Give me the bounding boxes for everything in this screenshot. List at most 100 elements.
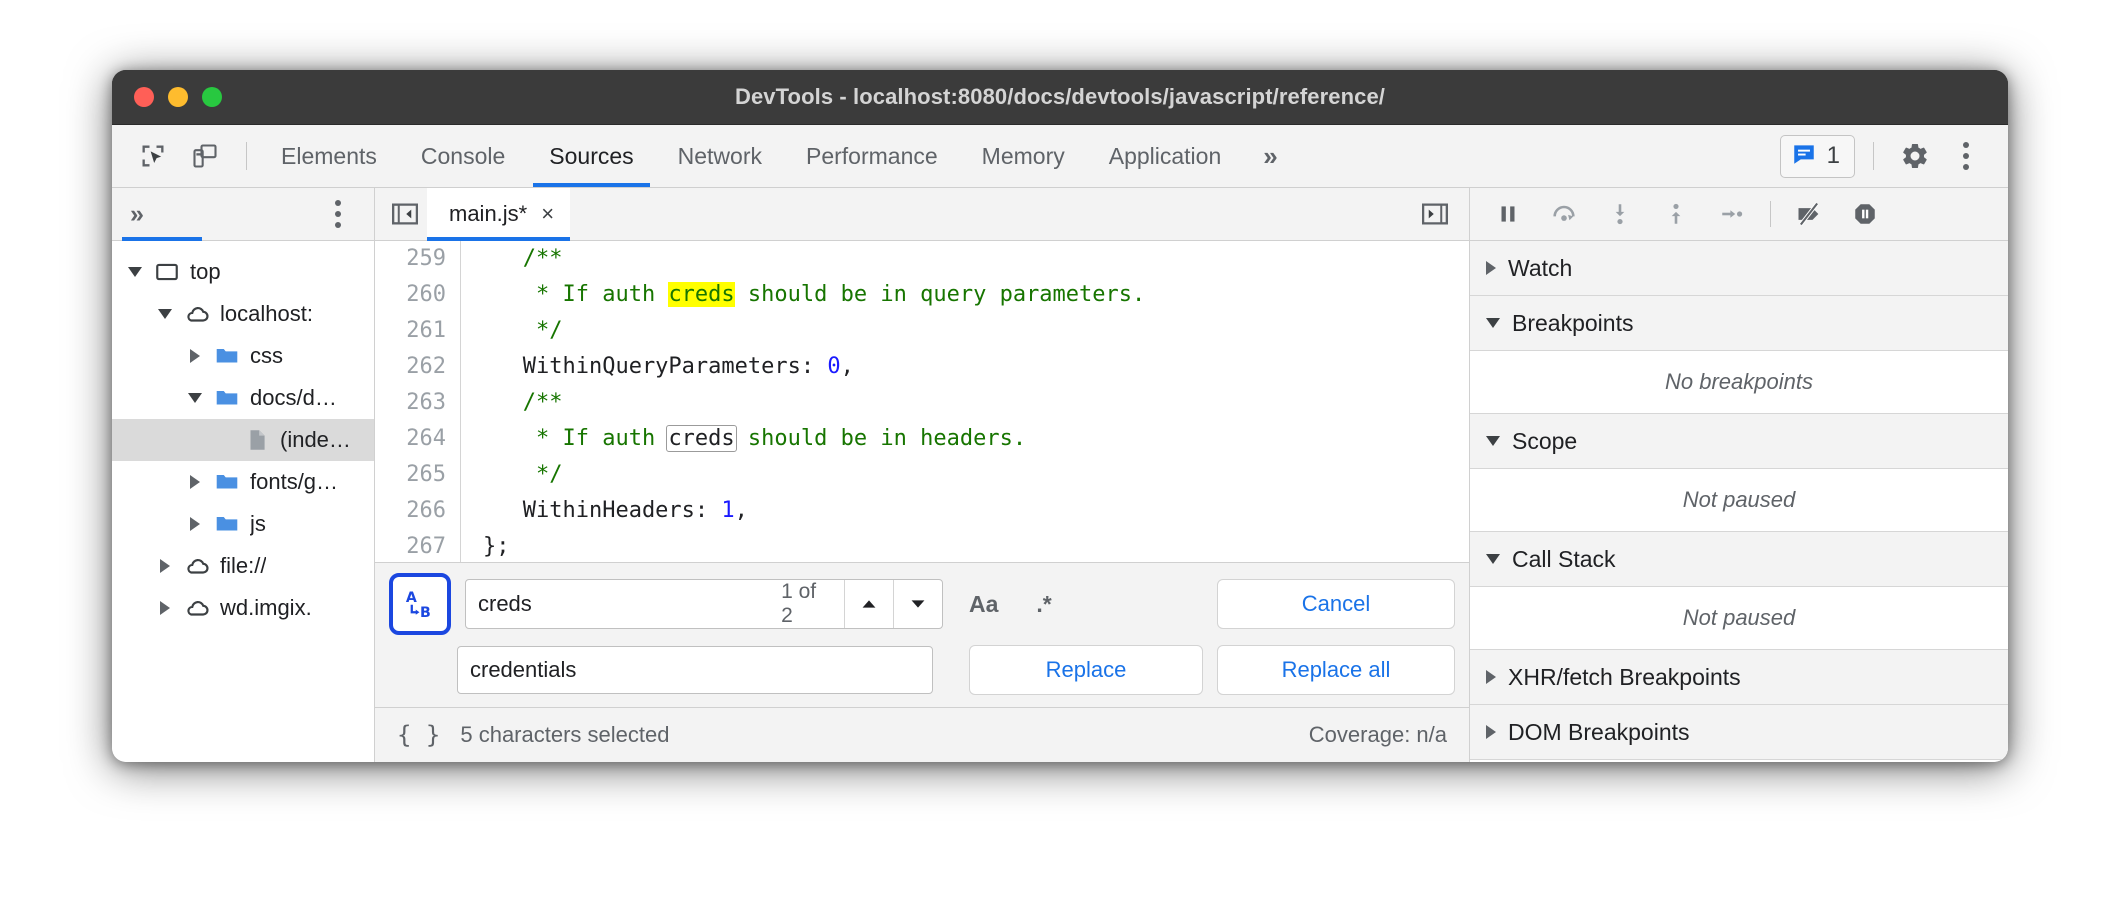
kebab-menu-icon[interactable] — [1944, 134, 1988, 178]
search-input[interactable] — [466, 580, 769, 628]
tree-item-file[interactable]: file:// — [112, 545, 374, 587]
twisty-triangle — [190, 517, 200, 531]
navigator-more-tabs-button[interactable]: » — [130, 200, 144, 229]
cancel-button[interactable]: Cancel — [1217, 579, 1455, 629]
code-text[interactable]: * If auth creds should be in headers. — [461, 421, 1026, 457]
tree-item-fontsg[interactable]: fonts/g… — [112, 461, 374, 503]
line-number[interactable]: 265 — [375, 457, 461, 493]
folder-icon — [214, 511, 240, 537]
debugger-section-xhr-fetch-breakpoints[interactable]: XHR/fetch Breakpoints — [1470, 650, 2008, 705]
line-number[interactable]: 262 — [375, 349, 461, 385]
debugger-section-scope[interactable]: Scope — [1470, 414, 2008, 469]
step-icon[interactable] — [1706, 191, 1758, 237]
tab-memory[interactable]: Memory — [960, 125, 1087, 187]
regex-button[interactable]: .* — [1024, 580, 1063, 628]
code-editor[interactable]: 259 /**260 * If auth creds should be in … — [375, 241, 1469, 562]
collapse-sidebar-icon[interactable] — [383, 192, 427, 236]
editor-tab-main-js[interactable]: main.js* × — [427, 188, 570, 240]
close-icon[interactable]: × — [541, 201, 554, 227]
tab-label: Network — [678, 143, 762, 170]
debugger-section-body: Not paused — [1470, 587, 2008, 650]
zoom-button[interactable] — [202, 87, 222, 107]
tree-item-wdimgix[interactable]: wd.imgix. — [112, 587, 374, 629]
tree-item-localhost[interactable]: localhost: — [112, 293, 374, 335]
tab-elements[interactable]: Elements — [259, 125, 399, 187]
twisty-triangle — [158, 309, 172, 319]
tab-performance[interactable]: Performance — [784, 125, 960, 187]
tree-item-js[interactable]: js — [112, 503, 374, 545]
line-number[interactable]: 264 — [375, 421, 461, 457]
code-text[interactable]: WithinQueryParameters: 0, — [461, 349, 854, 385]
code-line: 264 * If auth creds should be in headers… — [375, 421, 1469, 457]
close-button[interactable] — [134, 87, 154, 107]
step-out-icon[interactable] — [1650, 191, 1702, 237]
chevron-down-icon[interactable] — [156, 309, 174, 319]
code-text[interactable]: */ — [461, 457, 562, 493]
selection-status-text: 5 characters selected — [460, 722, 669, 748]
tree-item-inde[interactable]: (inde… — [112, 419, 374, 461]
twisty-triangle — [160, 559, 170, 573]
chevron-down-icon[interactable] — [126, 267, 144, 277]
debugger-section-call-stack[interactable]: Call Stack — [1470, 532, 2008, 587]
device-toolbar-icon[interactable] — [182, 133, 228, 179]
code-text[interactable]: */ — [461, 313, 562, 349]
message-count-badge[interactable]: 1 — [1780, 135, 1855, 178]
tab-console[interactable]: Console — [399, 125, 527, 187]
pause-resume-script-icon[interactable] — [1482, 191, 1534, 237]
message-bubble-icon — [1791, 141, 1817, 172]
toolbar-right-group: 1 — [1780, 133, 2008, 179]
debugger-section-watch[interactable]: Watch — [1470, 241, 2008, 296]
tab-network[interactable]: Network — [656, 125, 784, 187]
line-number[interactable]: 260 — [375, 277, 461, 313]
tab-sources[interactable]: Sources — [527, 125, 655, 187]
tab-label: Performance — [806, 143, 938, 170]
code-text[interactable]: }; — [461, 529, 510, 562]
replace-ab-toggle-icon[interactable]: A B — [389, 573, 451, 635]
step-over-icon[interactable] — [1538, 191, 1590, 237]
tree-item-top[interactable]: top — [112, 251, 374, 293]
chevron-right-icon[interactable] — [156, 559, 174, 573]
chevron-right-icon[interactable] — [186, 349, 204, 363]
deactivate-breakpoints-icon[interactable] — [1783, 191, 1835, 237]
line-number[interactable]: 259 — [375, 241, 461, 277]
gear-icon[interactable] — [1892, 133, 1938, 179]
match-case-button[interactable]: Aa — [957, 580, 1010, 628]
tab-application[interactable]: Application — [1087, 125, 1244, 187]
pretty-print-icon[interactable]: { } — [397, 721, 440, 749]
line-number[interactable]: 261 — [375, 313, 461, 349]
tree-item-docsd[interactable]: docs/d… — [112, 377, 374, 419]
code-token: WithinQueryParameters: — [483, 354, 827, 379]
chevron-right-icon[interactable] — [186, 475, 204, 489]
chevron-up-icon[interactable] — [844, 580, 893, 628]
tree-item-css[interactable]: css — [112, 335, 374, 377]
search-replace-bar: A B 1 of 2 — [375, 562, 1469, 707]
line-number[interactable]: 267 — [375, 529, 461, 562]
chevron-down-icon[interactable] — [893, 580, 942, 628]
replace-button[interactable]: Replace — [969, 645, 1203, 695]
debugger-section-breakpoints[interactable]: Breakpoints — [1470, 296, 2008, 351]
pause-on-exceptions-icon[interactable] — [1839, 191, 1891, 237]
chevron-right-icon[interactable] — [186, 517, 204, 531]
chevron-right-icon[interactable] — [156, 601, 174, 615]
line-number[interactable]: 263 — [375, 385, 461, 421]
chevron-right-icon — [1486, 670, 1496, 684]
expand-sidebar-icon[interactable] — [1413, 192, 1457, 236]
minimize-button[interactable] — [168, 87, 188, 107]
debugger-section-dom-breakpoints[interactable]: DOM Breakpoints — [1470, 705, 2008, 760]
line-number[interactable]: 266 — [375, 493, 461, 529]
code-text[interactable]: WithinHeaders: 1, — [461, 493, 748, 529]
svg-text:A: A — [406, 590, 417, 606]
chevron-right-icon — [1486, 261, 1496, 275]
replace-input[interactable] — [457, 646, 933, 694]
code-text[interactable]: * If auth creds should be in query param… — [461, 277, 1145, 313]
navigator-kebab-menu-icon[interactable] — [316, 192, 360, 236]
code-text[interactable]: /** — [461, 241, 562, 277]
code-token: */ — [483, 462, 562, 487]
inspect-element-icon[interactable] — [130, 133, 176, 179]
tree-item-label: localhost: — [220, 301, 313, 327]
code-text[interactable]: /** — [461, 385, 562, 421]
chevron-down-icon[interactable] — [186, 393, 204, 403]
replace-all-button[interactable]: Replace all — [1217, 645, 1455, 695]
step-into-icon[interactable] — [1594, 191, 1646, 237]
more-panels-button[interactable]: » — [1243, 141, 1297, 172]
